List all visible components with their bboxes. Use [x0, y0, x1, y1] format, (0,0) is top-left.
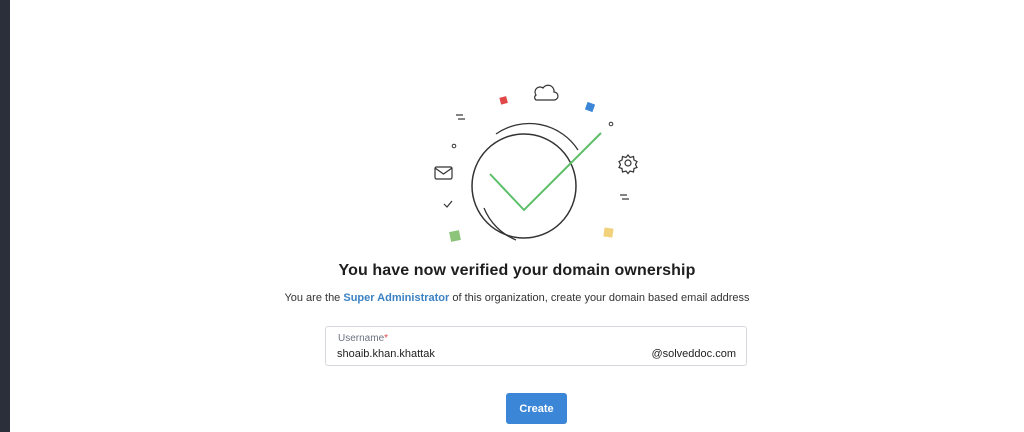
super-administrator-role: Super Administrator: [343, 292, 450, 304]
gear-icon: [618, 154, 638, 175]
required-marker: *: [384, 333, 389, 344]
verified-illustration: [434, 84, 638, 242]
username-input[interactable]: [337, 346, 637, 362]
username-label: Username*: [338, 333, 388, 344]
dot-left: [451, 143, 457, 149]
cloud-icon: [534, 84, 559, 101]
username-field[interactable]: Username* @solveddoc.com: [325, 326, 747, 366]
page-title: You have now verified your domain owners…: [338, 262, 696, 279]
page-subtitle: You are the Super Administrator of this …: [10, 292, 1024, 304]
mail-icon: [434, 166, 453, 180]
confetti-blue: [584, 101, 596, 113]
subtitle-text-after: of this organization, create your domain…: [449, 292, 750, 304]
confetti-yellow: [603, 227, 614, 238]
large-check-icon: [489, 132, 602, 212]
domain-suffix: @solveddoc.com: [651, 348, 736, 360]
dash-marks: [456, 114, 629, 200]
small-check-icon: [443, 200, 453, 208]
subtitle-text-before: You are the: [284, 292, 344, 304]
create-button[interactable]: Create: [506, 393, 567, 424]
confetti-red: [499, 96, 508, 105]
dot-right: [608, 121, 614, 127]
badge-circle: [471, 133, 577, 239]
username-label-text: Username: [338, 333, 385, 344]
confetti-green: [449, 230, 461, 242]
